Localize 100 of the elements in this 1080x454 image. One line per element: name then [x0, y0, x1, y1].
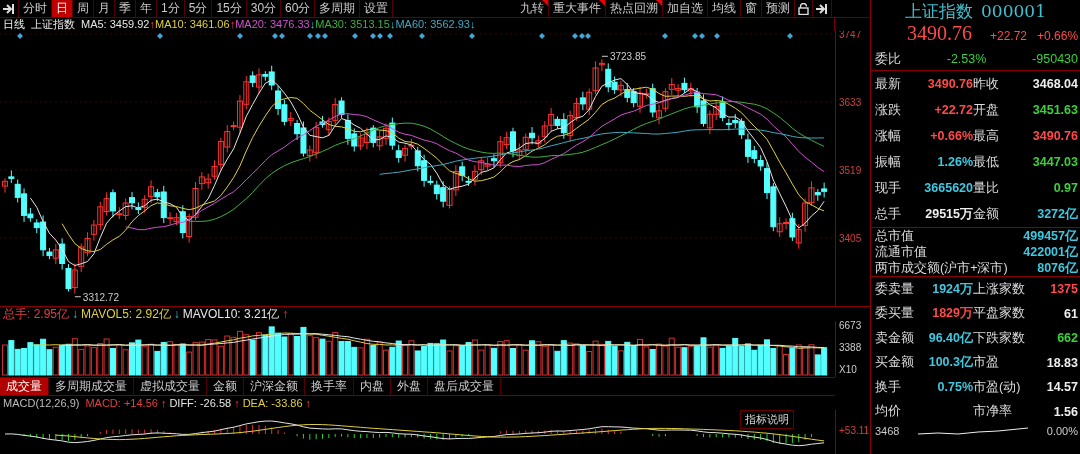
field-label: 平盘家数: [973, 305, 1026, 323]
field-label: 市盈: [973, 354, 1000, 372]
legend-value: MA20: 3476.33: [235, 18, 310, 31]
axis-label: 3747: [839, 31, 862, 40]
field-value: 1829万: [931, 305, 973, 323]
field-value: 499457亿: [1023, 227, 1078, 245]
field-label: 委卖量: [875, 280, 915, 298]
field-value: 422001亿: [1023, 243, 1078, 261]
indicator-tab[interactable]: 成交量: [0, 378, 49, 395]
percent-change: 0.00%: [1046, 425, 1078, 437]
field-value: 100.3亿: [927, 354, 973, 372]
tool-button[interactable]: 九转: [516, 0, 549, 17]
axis-label: 3633: [839, 97, 862, 108]
period-tab[interactable]: 60分: [281, 0, 316, 17]
axis-label: 3388: [839, 342, 862, 353]
field-value: 96.40亿: [927, 329, 973, 347]
field-label: 开盘: [973, 101, 1000, 119]
field-label: 现手: [875, 179, 902, 197]
price-change: +22.72: [990, 29, 1028, 43]
field-label: 振幅: [875, 153, 902, 171]
legend-value: MA5: 3459.92: [81, 18, 150, 31]
indicator-tab[interactable]: 虚拟成交量: [134, 378, 207, 395]
base-price: 3468: [875, 425, 900, 437]
period-tab[interactable]: 年: [136, 0, 157, 17]
field-label: 量比: [973, 179, 1000, 197]
field-label: 总市值: [875, 227, 914, 245]
indicator-tab[interactable]: 外盘: [391, 378, 428, 395]
field-value: 14.57: [1045, 380, 1078, 395]
tool-button[interactable]: 重大事件: [549, 0, 606, 17]
period-tab[interactable]: 设置: [360, 0, 394, 17]
indicator-tab[interactable]: 内盘: [354, 378, 391, 395]
tool-button[interactable]: 均线: [708, 0, 741, 17]
trend-arrow: ↓: [72, 307, 79, 321]
trend-arrow: ↑: [282, 307, 289, 321]
field-label: 卖金额: [875, 329, 915, 347]
index-name: 上证指数: [905, 0, 974, 23]
field-value: 1.26%: [936, 155, 973, 169]
field-value: 3665620: [923, 181, 973, 195]
period-tab[interactable]: 15分: [212, 0, 247, 17]
tool-button[interactable]: 热点回溯: [606, 0, 663, 17]
period-tab[interactable]: 多周期: [315, 0, 361, 17]
index-code: 000001: [981, 1, 1046, 21]
trend-arrow: ↑: [305, 397, 312, 409]
period-tab[interactable]: 季: [115, 0, 136, 17]
indicator-tab[interactable]: 金额: [207, 378, 244, 395]
index-name: 上证指数: [31, 18, 75, 31]
legend-value: DIFF: -26.58: [169, 397, 232, 409]
field-label: 下跌家数: [973, 329, 1026, 347]
period-label: 日线: [3, 18, 25, 31]
axis-label: 6673: [839, 321, 862, 331]
price-annotation: 3723.85: [609, 51, 647, 63]
legend-value: MA30: 3513.15: [315, 18, 390, 31]
field-value: +0.66%: [929, 129, 973, 143]
field-label: 买金额: [875, 354, 915, 372]
trend-arrow: ↓: [389, 18, 396, 31]
field-value: 0.75%: [936, 380, 973, 395]
current-price: 3490.76: [907, 22, 972, 45]
field-label: 换手: [875, 378, 902, 396]
field-value: +22.72: [933, 103, 973, 117]
field-value: 3490.76: [1031, 129, 1078, 143]
period-tab[interactable]: 30分: [246, 0, 282, 17]
tool-button[interactable]: 窗: [741, 0, 762, 17]
period-tab[interactable]: 月: [94, 0, 115, 17]
trend-arrow: ↓: [470, 18, 476, 31]
field-label: 金额: [973, 205, 1000, 223]
field-label: 昨收: [973, 75, 1000, 93]
field-value: 3451.63: [1031, 103, 1078, 117]
field-label: 委买量: [875, 305, 915, 323]
trend-arrow: ↓: [309, 18, 316, 31]
indicator-tab[interactable]: 沪深金额: [244, 378, 305, 395]
period-tab[interactable]: 1分: [157, 0, 185, 17]
field-label: 委比: [875, 50, 901, 68]
indicator-tab[interactable]: 盘后成交量: [428, 378, 501, 395]
field-value: 18.83: [1045, 355, 1078, 370]
trend-arrow: ↓: [173, 307, 180, 321]
trend-arrow: ↑: [234, 397, 240, 409]
legend-value: MA60: 3562.93: [395, 18, 470, 31]
legend-value: MAVOL5: 2.92亿: [81, 305, 171, 323]
legend-value: MACD: +14.56: [85, 397, 158, 409]
field-value: 0.97: [1052, 181, 1078, 195]
indicator-tab[interactable]: 换手率: [305, 378, 354, 395]
field-label: 最高: [973, 127, 1000, 145]
field-label: 涨幅: [875, 127, 902, 145]
field-value: 3272亿: [1036, 205, 1078, 223]
field-label: 两市成交额(沪市+深市): [875, 259, 1008, 277]
tool-button[interactable]: 加自选: [663, 0, 708, 17]
indicator-title: MACD(12,26,9): [3, 397, 80, 409]
indicator-tab[interactable]: 多周期成交量: [49, 378, 134, 395]
trend-arrow: ↑: [149, 18, 155, 31]
tool-button[interactable]: 预测: [762, 0, 795, 17]
help-button[interactable]: 指标说明: [740, 410, 794, 429]
period-tab[interactable]: 周: [73, 0, 94, 17]
field-value: 29515万: [924, 205, 973, 223]
field-label: 最新: [875, 75, 902, 93]
field-value: 1.56: [1052, 404, 1078, 419]
period-tab[interactable]: 5分: [184, 0, 213, 17]
legend-value: 总手: 2.95亿: [3, 305, 70, 323]
period-tab[interactable]: 日: [52, 0, 73, 17]
field-label: 均价: [875, 403, 902, 421]
legend-value: MAVOL10: 3.21亿: [182, 305, 280, 323]
